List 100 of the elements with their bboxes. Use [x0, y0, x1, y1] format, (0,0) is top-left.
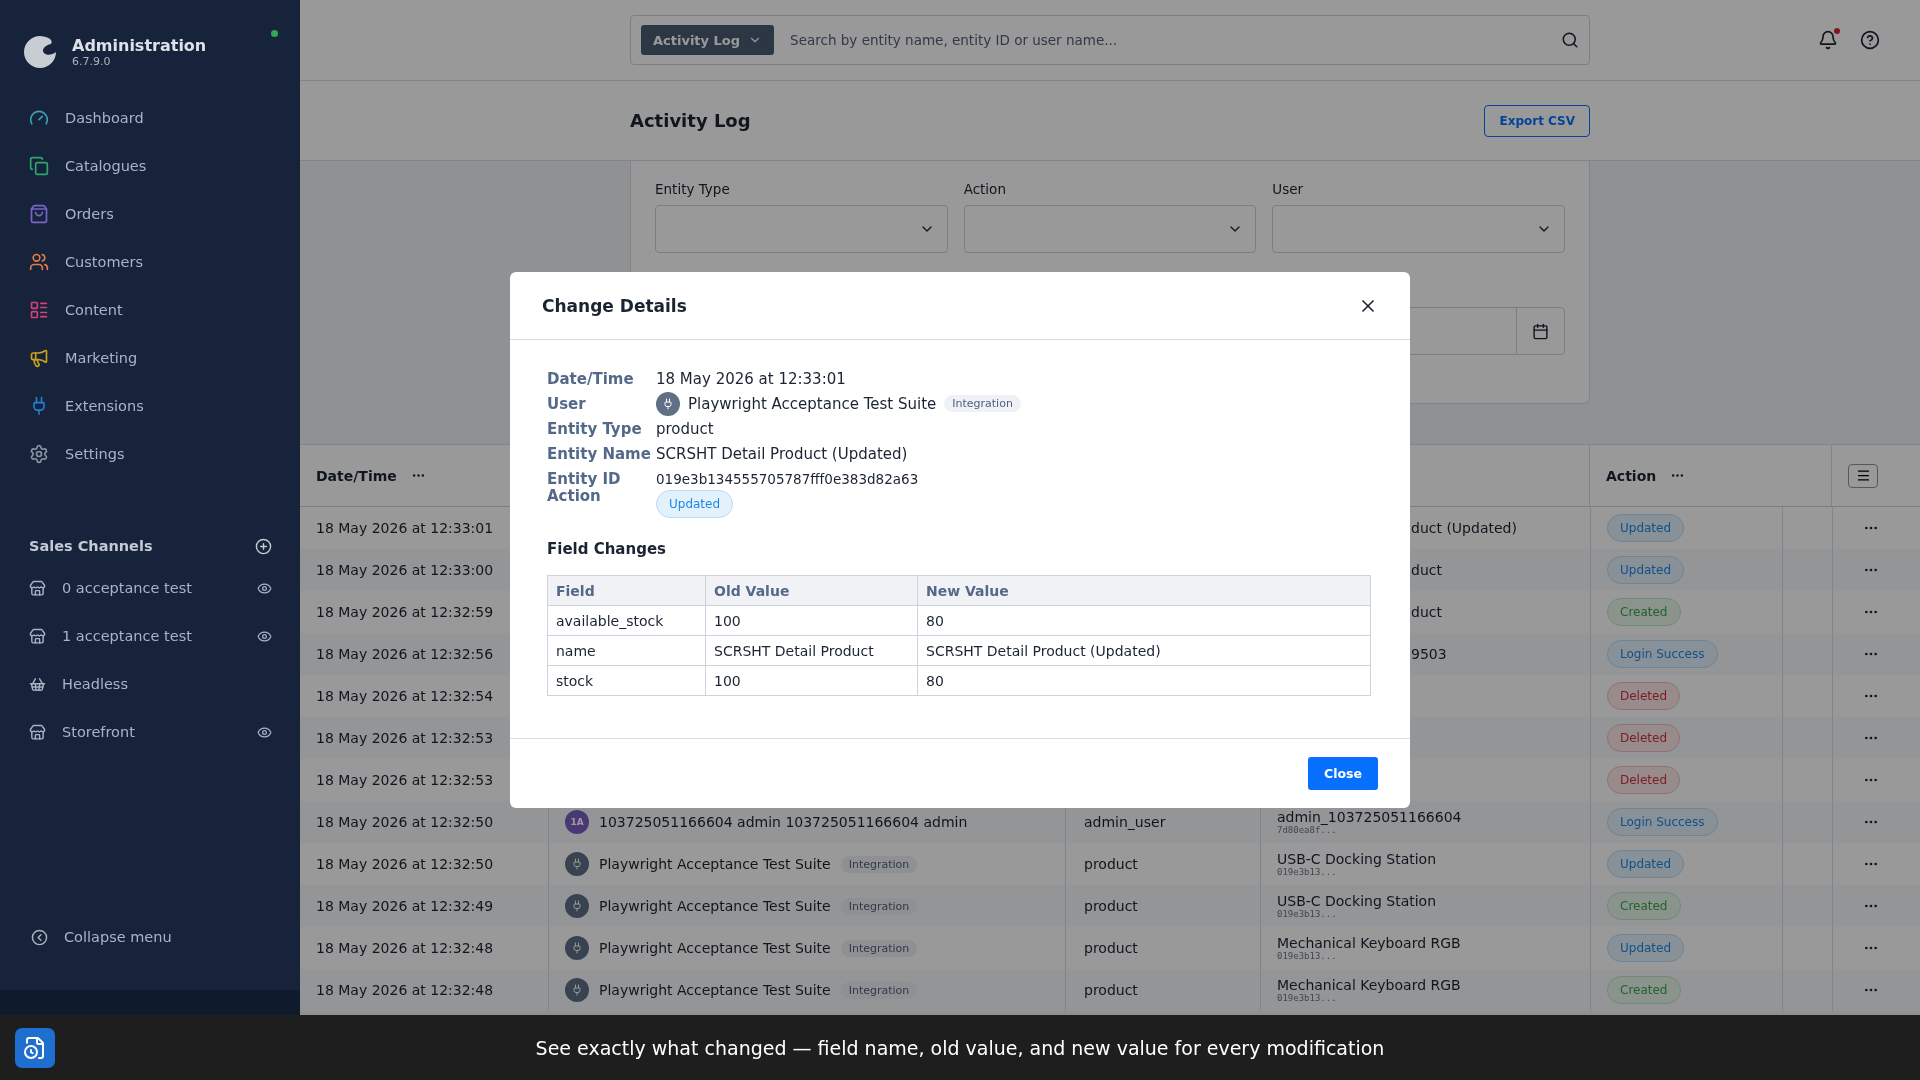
store-icon	[29, 627, 46, 645]
help-icon[interactable]	[1860, 30, 1880, 50]
channel-label: 0 acceptance test	[62, 580, 193, 596]
search-field[interactable]: Activity Log Search by entity name, entity ID or user name...	[630, 15, 1590, 65]
user-avatar	[565, 936, 589, 960]
column-header[interactable]: Date/Time	[300, 445, 548, 506]
detail-label: Action	[547, 486, 602, 507]
user-avatar	[565, 852, 589, 876]
sales-channel-item[interactable]: Storefront	[0, 708, 300, 756]
integration-tag: Integration	[944, 395, 1021, 412]
entity-type: admin_user	[1084, 814, 1166, 830]
date-cell-text: 18 May 2026 at 12:32:54	[315, 687, 495, 706]
entity-type: product	[1084, 982, 1138, 998]
date-cell-text: 18 May 2026 at 12:32:59	[315, 603, 495, 622]
nav-item[interactable]: Marketing	[0, 334, 300, 382]
entity-id: 019e3b13...	[1277, 993, 1338, 1003]
table-cell: SCRSHT Detail Product (Updated)	[917, 635, 1371, 666]
user-avatar	[565, 894, 589, 918]
app-icon[interactable]	[15, 1028, 55, 1068]
detail-value: Playwright Acceptance Test Suite	[688, 394, 937, 413]
calendar-icon[interactable]	[1532, 322, 1549, 340]
action-badge: Created	[1607, 976, 1681, 1004]
entity-id: 7d80ea8f...	[1277, 825, 1337, 835]
date-cell-text: 18 May 2026 at 12:32:48	[315, 981, 495, 1000]
entity-name: Mechanical Keyboard RGB	[1277, 977, 1461, 993]
nav-item[interactable]: Extensions	[0, 382, 300, 430]
search-scope-dropdown[interactable]: Activity Log	[641, 25, 775, 55]
dialog-title: Change Details	[542, 295, 687, 316]
caption-text: See exactly what changed — field name, old value, and new value for every modification	[535, 1036, 1385, 1059]
nav-item[interactable]: Customers	[0, 238, 300, 286]
action-badge: Login Success	[1607, 808, 1718, 836]
action-badge: Deleted	[1607, 682, 1681, 710]
sales-channel-item[interactable]: 0 acceptance test	[0, 564, 300, 612]
action-badge: Created	[1607, 892, 1681, 920]
menu-icon[interactable]	[1848, 463, 1878, 488]
nav-item[interactable]: Settings	[0, 430, 300, 478]
entity-name: duct (Updated)	[1411, 520, 1517, 536]
action-badge: Updated	[1607, 514, 1685, 542]
detail-value: 18 May 2026 at 12:33:01	[656, 369, 846, 388]
entity-name: 9503	[1411, 646, 1447, 662]
entity-name: Mechanical Keyboard RGB	[1277, 935, 1461, 951]
table-cell: 100	[705, 605, 918, 636]
section-title: Sales Channels	[29, 538, 153, 554]
date-cell-text: 18 May 2026 at 12:32:53	[315, 771, 495, 790]
search-icon[interactable]	[1561, 31, 1579, 49]
action-badge: Deleted	[1607, 766, 1681, 794]
table-cell: available_stock	[547, 605, 706, 636]
entity-id: 019e3b13...	[1277, 867, 1338, 877]
detail-label: Date/Time	[547, 369, 635, 388]
date-cell-text: 18 May 2026 at 12:32:50	[315, 813, 495, 832]
user-name: Playwright Acceptance Test Suite	[599, 982, 831, 998]
nav-item[interactable]: Orders	[0, 190, 300, 238]
entity-name: USB-C Docking Station	[1277, 893, 1437, 909]
user-name: 103725051166604 admin 103725051166604 admin	[599, 814, 968, 830]
action-badge: Created	[1607, 598, 1681, 626]
date-cell-text: 18 May 2026 at 12:33:01	[315, 519, 495, 538]
detail-label: Entity ID	[547, 469, 622, 488]
column-header: New Value	[917, 575, 1371, 606]
sales-channel-item[interactable]: Headless	[0, 660, 300, 708]
integration-tag: Integration	[840, 981, 918, 999]
entity-type: product	[1084, 898, 1138, 914]
column-header[interactable]: Action	[1590, 445, 1782, 506]
user-name: Playwright Acceptance Test Suite	[599, 940, 831, 956]
bell-icon[interactable]	[1818, 30, 1838, 50]
column-header: Field	[547, 575, 706, 606]
store-icon	[29, 723, 46, 741]
app-title: Administration	[72, 36, 208, 55]
page-title: Activity Log	[630, 110, 751, 131]
action-badge: Login Success	[1607, 640, 1718, 668]
filter-label: User	[1272, 181, 1305, 197]
entity-name: admin_103725051166604	[1277, 809, 1462, 825]
table-cell: 80	[917, 665, 1371, 696]
channel-label: 1 acceptance test	[62, 628, 193, 644]
action-badge: Updated	[1607, 556, 1685, 584]
user-name: Playwright Acceptance Test Suite	[599, 856, 831, 872]
eye-icon[interactable]	[257, 628, 272, 644]
channel-label: Storefront	[62, 724, 136, 740]
date-cell-text: 18 May 2026 at 12:32:56	[315, 645, 495, 664]
table-cell: SCRSHT Detail Product	[705, 635, 918, 666]
action-badge: Updated	[656, 489, 734, 518]
filter-label: Entity Type	[655, 181, 731, 197]
eye-icon[interactable]	[257, 724, 272, 740]
date-cell-text: 18 May 2026 at 12:32:48	[315, 939, 495, 958]
nav-item[interactable]: Catalogues	[0, 142, 300, 190]
close-button[interactable]: Close	[1308, 757, 1378, 790]
user-avatar	[656, 391, 680, 416]
table-cell: name	[547, 635, 706, 666]
eye-icon[interactable]	[257, 580, 272, 596]
logo-icon	[22, 34, 58, 70]
date-cell-text: 18 May 2026 at 12:33:00	[315, 561, 495, 580]
collapse-menu-link[interactable]: Collapse menu	[0, 917, 300, 957]
table-cell: stock	[547, 665, 706, 696]
nav-item[interactable]: Content	[0, 286, 300, 334]
nav-item[interactable]: Dashboard	[0, 94, 300, 142]
sales-channel-item[interactable]: 1 acceptance test	[0, 612, 300, 660]
basket-icon	[29, 675, 46, 693]
add-icon[interactable]	[255, 537, 272, 555]
date-cell-text: 18 May 2026 at 12:32:49	[315, 897, 495, 916]
action-badge: Deleted	[1607, 724, 1681, 752]
date-cell-text: 18 May 2026 at 12:32:50	[315, 855, 495, 874]
